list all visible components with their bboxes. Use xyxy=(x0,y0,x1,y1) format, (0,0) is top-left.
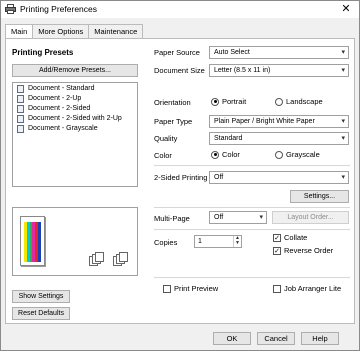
close-icon[interactable]: ✕ xyxy=(337,1,355,17)
document-icon xyxy=(17,104,24,113)
main-tab-panel: Printing Presets Add/Remove Presets... D… xyxy=(5,38,355,324)
orientation-landscape-radio[interactable]: Landscape xyxy=(275,97,323,106)
collated-stack-icon xyxy=(113,252,129,266)
job-arranger-lite-checkbox[interactable]: Job Arranger Lite xyxy=(273,284,341,293)
window-title: Printing Preferences xyxy=(20,4,98,14)
tab-main[interactable]: Main xyxy=(5,24,34,39)
divider xyxy=(154,277,350,278)
layout-order-button[interactable]: Layout Order... xyxy=(272,211,349,224)
two-sided-settings-button[interactable]: Settings... xyxy=(290,190,349,203)
two-sided-printing-select[interactable]: Off ▾ xyxy=(209,171,349,184)
chevron-down-icon: ▾ xyxy=(341,135,345,142)
multi-page-label: Multi-Page xyxy=(154,214,190,223)
show-settings-button[interactable]: Show Settings xyxy=(12,290,70,303)
paper-source-label: Paper Source xyxy=(154,48,200,57)
stepper-arrows-icon[interactable]: ▲ ▼ xyxy=(233,236,241,247)
two-sided-printing-label: 2-Sided Printing xyxy=(154,173,208,182)
ok-button[interactable]: OK xyxy=(213,332,251,345)
list-item[interactable]: Document - 2-Sided with 2-Up xyxy=(13,114,137,123)
divider xyxy=(154,207,350,208)
chevron-down-icon: ▾ xyxy=(259,214,263,221)
divider xyxy=(154,229,350,230)
orientation-label: Orientation xyxy=(154,98,191,107)
print-preview-pane xyxy=(12,207,138,276)
document-icon xyxy=(17,94,24,103)
reset-defaults-button[interactable]: Reset Defaults xyxy=(12,307,70,320)
list-item[interactable]: Document - Grayscale xyxy=(13,124,137,133)
help-button[interactable]: Help xyxy=(301,332,339,345)
chevron-down-icon: ▾ xyxy=(341,174,345,181)
list-item[interactable]: Document - 2-Up xyxy=(13,94,137,103)
cancel-button[interactable]: Cancel xyxy=(257,332,295,345)
tab-maintenance[interactable]: Maintenance xyxy=(88,24,144,38)
document-size-select[interactable]: Letter (8.5 x 11 in) ▾ xyxy=(209,64,349,77)
collated-stack-icon xyxy=(89,252,105,266)
color-grayscale-radio[interactable]: Grayscale xyxy=(275,150,320,159)
chevron-down-icon: ▾ xyxy=(341,49,345,56)
document-icon xyxy=(17,114,24,123)
document-icon xyxy=(17,124,24,133)
printing-preferences-window: Printing Preferences ✕ Main More Options… xyxy=(0,0,360,351)
paper-type-label: Paper Type xyxy=(154,117,193,126)
chevron-down-icon: ▾ xyxy=(341,118,345,125)
print-preview-checkbox[interactable]: Print Preview xyxy=(163,284,218,293)
reverse-order-checkbox[interactable]: ✓ Reverse Order xyxy=(273,246,333,255)
paper-type-select[interactable]: Plain Paper / Bright White Paper ▾ xyxy=(209,115,349,128)
title-bar: Printing Preferences ✕ xyxy=(1,1,359,18)
document-size-label: Document Size xyxy=(154,66,205,75)
quality-select[interactable]: Standard ▾ xyxy=(209,132,349,145)
multi-page-select[interactable]: Off ▾ xyxy=(209,211,267,224)
orientation-portrait-radio[interactable]: Portrait xyxy=(211,97,246,106)
color-bars-image xyxy=(24,222,41,262)
paper-source-select[interactable]: Auto Select ▾ xyxy=(209,46,349,59)
collate-checkbox[interactable]: ✓ Collate xyxy=(273,233,307,242)
color-color-radio[interactable]: Color xyxy=(211,150,240,159)
presets-list[interactable]: Document - Standard Document - 2-Up Docu… xyxy=(12,82,138,187)
printer-icon xyxy=(5,4,16,14)
paper-preview-icon xyxy=(20,216,45,266)
tab-more-options[interactable]: More Options xyxy=(32,24,90,38)
copies-label: Copies xyxy=(154,238,178,247)
add-remove-presets-button[interactable]: Add/Remove Presets... xyxy=(12,64,138,77)
presets-title: Printing Presets xyxy=(12,48,74,57)
list-item[interactable]: Document - 2-Sided xyxy=(13,104,137,113)
list-item[interactable]: Document - Standard xyxy=(13,84,137,93)
tab-strip: Main More Options Maintenance xyxy=(5,24,144,39)
quality-label: Quality xyxy=(154,134,178,143)
document-icon xyxy=(17,84,24,93)
divider xyxy=(154,165,350,166)
color-label: Color xyxy=(154,151,172,160)
chevron-down-icon: ▾ xyxy=(341,67,345,74)
copies-stepper[interactable]: 1 ▲ ▼ xyxy=(194,235,242,248)
